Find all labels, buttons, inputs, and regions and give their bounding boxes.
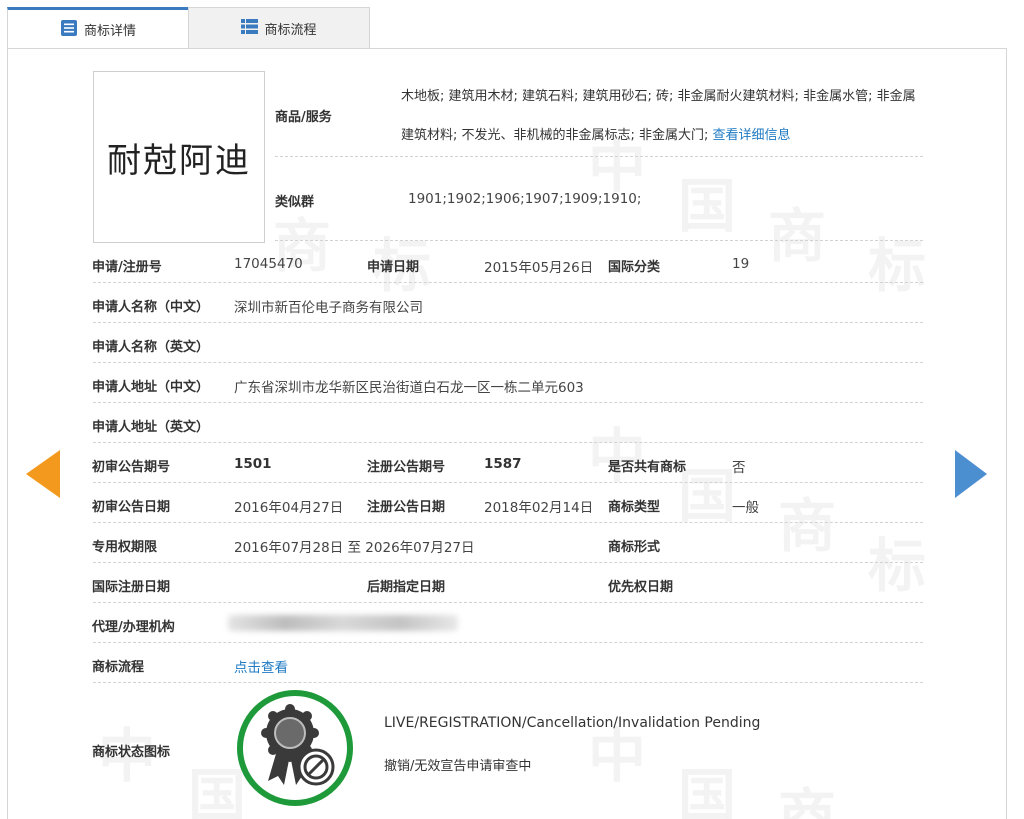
document-list-icon xyxy=(60,19,78,41)
tab-label: 商标详情 xyxy=(83,24,136,39)
agent-value-redacted xyxy=(228,615,458,631)
goods-services-label: 商品/服务 xyxy=(275,110,332,125)
address-cn-value: 广东省深圳市龙华新区民治街道白石龙一区一栋二单元603 xyxy=(234,380,584,396)
divider xyxy=(93,522,923,523)
flow-label: 商标流程 xyxy=(92,660,145,675)
award-cancel-status-icon xyxy=(236,689,354,807)
divider xyxy=(93,322,923,323)
applicant-cn-value: 深圳市新百伦电子商务有限公司 xyxy=(234,300,423,316)
priority-date-label: 优先权日期 xyxy=(608,580,674,595)
reg-no-value: 17045470 xyxy=(234,256,303,272)
trademark-image: 耐尅阿迪 xyxy=(93,71,265,243)
status-icon-label: 商标状态图标 xyxy=(92,745,171,760)
intl-reg-date-label: 国际注册日期 xyxy=(92,580,171,595)
divider xyxy=(93,402,923,403)
divider xyxy=(93,562,923,563)
address-cn-label: 申请人地址（中文） xyxy=(92,380,210,395)
watermark-char: 国 xyxy=(678,749,736,819)
prelim-date-value: 2016年04月27日 xyxy=(234,500,344,516)
tab-trademark-flow[interactable]: 商标流程 xyxy=(188,7,370,49)
prelim-date-label: 初审公告日期 xyxy=(92,500,171,515)
applicant-cn-label: 申请人名称（中文） xyxy=(92,300,210,315)
address-en-label: 申请人地址（英文） xyxy=(92,420,210,435)
watermark-char: 标 xyxy=(868,219,926,303)
watermark-char: 国 xyxy=(678,449,736,533)
applicant-en-label: 申请人名称（英文） xyxy=(92,340,210,355)
watermark-char: 商 xyxy=(778,769,836,819)
divider xyxy=(93,682,923,683)
watermark-char: 国 xyxy=(678,159,736,243)
tab-trademark-detail[interactable]: 商标详情 xyxy=(7,7,188,49)
apply-date-value: 2015年05月26日 xyxy=(484,260,594,276)
prelim-no-value: 1501 xyxy=(234,456,272,472)
divider xyxy=(93,442,923,443)
agent-label: 代理/办理机构 xyxy=(92,620,175,635)
similar-group-label: 类似群 xyxy=(275,195,315,210)
apply-date-label: 申请日期 xyxy=(367,260,420,275)
reg-no-label: 申请/注册号 xyxy=(92,260,162,275)
tab-bar: 商标详情 商标流程 xyxy=(7,7,1007,49)
prelim-no-label: 初审公告期号 xyxy=(92,460,171,475)
divider xyxy=(93,482,923,483)
list-icon xyxy=(241,19,259,38)
goods-services-text: 木地板; 建筑用木材; 建筑石料; 建筑用砂石; 砖; 非金属耐火建筑材料; 非… xyxy=(401,89,916,143)
similar-group-value: 1901;1902;1906;1907;1909;1910; xyxy=(408,191,642,207)
intl-class-value: 19 xyxy=(732,256,750,272)
goods-services-value: 木地板; 建筑用木材; 建筑石料; 建筑用砂石; 砖; 非金属耐火建筑材料; 非… xyxy=(401,77,921,155)
status-text-cn: 撤销/无效宣告申请审查中 xyxy=(384,759,532,774)
watermark-char: 商 xyxy=(768,189,826,273)
divider xyxy=(93,642,923,643)
watermark-char: 标 xyxy=(868,519,926,603)
view-flow-link[interactable]: 点击查看 xyxy=(234,656,288,676)
tm-type-label: 商标类型 xyxy=(608,500,661,515)
shared-label: 是否共有商标 xyxy=(608,460,687,475)
view-details-link[interactable]: 查看详细信息 xyxy=(713,128,791,143)
tm-type-value: 一般 xyxy=(732,500,759,516)
next-arrow-icon[interactable] xyxy=(955,450,987,498)
reg-pub-date-label: 注册公告日期 xyxy=(367,500,446,515)
reg-pub-date-value: 2018年02月14日 xyxy=(484,500,594,516)
shared-value: 否 xyxy=(732,460,746,476)
later-date-label: 后期指定日期 xyxy=(367,580,446,595)
divider xyxy=(93,602,923,603)
watermark-char: 中 xyxy=(588,409,646,493)
detail-panel: 中 国 商 标 商 标 中 国 商 标 中 国 中 国 商 耐尅阿迪 商品/服务… xyxy=(7,48,1007,819)
watermark-char: 商 xyxy=(778,479,836,563)
exclusive-value: 2016年07月28日 至 2026年07月27日 xyxy=(234,540,475,556)
divider xyxy=(93,282,923,283)
tab-label: 商标流程 xyxy=(264,23,317,38)
divider xyxy=(93,362,923,363)
divider xyxy=(275,156,923,157)
trademark-logo-text: 耐尅阿迪 xyxy=(107,140,251,181)
previous-arrow-icon[interactable] xyxy=(26,450,60,498)
reg-pub-no-value: 1587 xyxy=(484,456,522,472)
intl-class-label: 国际分类 xyxy=(608,260,661,275)
exclusive-label: 专用权期限 xyxy=(92,540,158,555)
tm-form-label: 商标形式 xyxy=(608,540,661,555)
reg-pub-no-label: 注册公告期号 xyxy=(367,460,446,475)
status-text-en: LIVE/REGISTRATION/Cancellation/Invalidat… xyxy=(384,715,761,731)
divider xyxy=(275,240,923,241)
